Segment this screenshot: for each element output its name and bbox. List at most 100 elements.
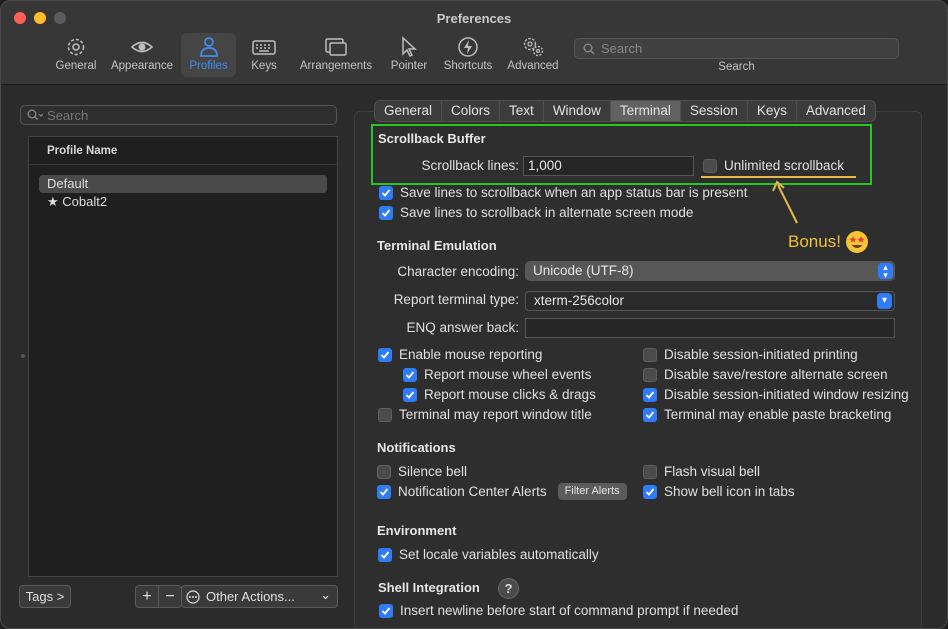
add-profile-button[interactable]: + bbox=[135, 585, 159, 608]
bolt-icon bbox=[458, 37, 478, 57]
character-encoding-select[interactable]: Unicode (UTF-8) ▴ ▾ bbox=[525, 261, 895, 281]
enable-mouse-reporting-checkbox[interactable]: Enable mouse reporting bbox=[378, 347, 542, 362]
checkbox-box bbox=[643, 367, 657, 382]
toolbar-search-input[interactable]: Search bbox=[574, 38, 899, 59]
disable-alternate-screen-label: Disable save/restore alternate screen bbox=[664, 367, 888, 382]
report-terminal-type-label: Report terminal type: bbox=[393, 292, 519, 307]
toolbar-profiles-label: Profiles bbox=[189, 60, 228, 72]
annotation-text: Bonus! bbox=[788, 232, 841, 251]
enq-answer-back-field[interactable] bbox=[525, 318, 895, 338]
toolbar-appearance[interactable]: Appearance bbox=[108, 33, 176, 77]
pointer-icon bbox=[402, 36, 417, 58]
checkmark-icon bbox=[379, 603, 393, 618]
chevron-down-icon: ⌄ bbox=[320, 587, 331, 602]
checkmark-icon bbox=[379, 205, 393, 220]
tab-text[interactable]: Text bbox=[500, 101, 544, 121]
star-icon: ★ bbox=[47, 194, 59, 209]
annotation-note: Bonus! bbox=[788, 230, 869, 254]
set-locale-checkbox[interactable]: Set locale variables automatically bbox=[378, 547, 599, 562]
tab-terminal[interactable]: Terminal bbox=[610, 101, 681, 121]
show-bell-icon-checkbox[interactable]: Show bell icon in tabs bbox=[643, 484, 795, 499]
toolbar-arrangements[interactable]: Arrangements bbox=[296, 33, 376, 77]
keyboard-icon bbox=[252, 40, 276, 55]
preferences-window: Preferences General Appearance Profiles … bbox=[0, 0, 948, 629]
gear-icon bbox=[67, 38, 85, 56]
annotation-underline bbox=[701, 176, 856, 178]
window-title: Preferences bbox=[436, 11, 512, 26]
profile-search-input[interactable]: Search bbox=[20, 105, 337, 125]
unlimited-scrollback-checkbox[interactable]: Unlimited scrollback bbox=[703, 158, 844, 173]
flash-visual-bell-checkbox[interactable]: Flash visual bell bbox=[643, 464, 760, 479]
person-icon bbox=[199, 37, 218, 57]
profile-row-default[interactable]: Default bbox=[39, 175, 327, 193]
toolbar-search-placeholder: Search bbox=[601, 41, 643, 56]
insert-newline-checkbox[interactable]: Insert newline before start of command p… bbox=[379, 603, 738, 618]
tags-button[interactable]: Tags > bbox=[19, 585, 71, 608]
search-icon bbox=[583, 43, 595, 55]
character-encoding-value: Unicode (UTF-8) bbox=[533, 263, 634, 278]
disable-printing-checkbox[interactable]: Disable session-initiated printing bbox=[643, 347, 858, 362]
silence-bell-checkbox[interactable]: Silence bell bbox=[377, 464, 467, 479]
report-mouse-wheel-checkbox[interactable]: Report mouse wheel events bbox=[403, 367, 591, 382]
profile-search-placeholder: Search bbox=[47, 107, 89, 123]
report-mouse-wheel-label: Report mouse wheel events bbox=[424, 367, 592, 382]
checkbox-box bbox=[378, 407, 392, 422]
toolbar-shortcuts[interactable]: Shortcuts bbox=[440, 33, 496, 77]
toolbar-general[interactable]: General bbox=[53, 33, 99, 77]
toolbar-arrangements-label: Arrangements bbox=[299, 60, 373, 72]
tab-advanced[interactable]: Advanced bbox=[797, 101, 875, 121]
toolbar-shortcuts-label: Shortcuts bbox=[443, 60, 493, 72]
insert-newline-label: Insert newline before start of command p… bbox=[400, 603, 739, 618]
set-locale-label: Set locale variables automatically bbox=[399, 547, 599, 562]
toolbar-pointer[interactable]: Pointer bbox=[387, 33, 431, 77]
toolbar-advanced-label: Advanced bbox=[507, 60, 559, 72]
disable-window-resizing-checkbox[interactable]: Disable session-initiated window resizin… bbox=[643, 387, 909, 402]
tab-session[interactable]: Session bbox=[681, 101, 748, 121]
report-window-title-label: Terminal may report window title bbox=[399, 407, 592, 422]
filter-alerts-button[interactable]: Filter Alerts bbox=[557, 483, 627, 500]
toolbar-general-label: General bbox=[55, 60, 97, 72]
profile-row-cobalt2[interactable]: ★ Cobalt2 bbox=[39, 193, 327, 211]
tab-window[interactable]: Window bbox=[544, 101, 611, 121]
report-window-title-checkbox[interactable]: Terminal may report window title bbox=[378, 407, 592, 422]
toolbar-advanced[interactable]: Advanced bbox=[504, 33, 562, 77]
save-lines-status-bar-checkbox[interactable]: Save lines to scrollback when an app sta… bbox=[379, 185, 747, 200]
eye-icon bbox=[130, 41, 154, 53]
paste-bracketing-checkbox[interactable]: Terminal may enable paste bracketing bbox=[643, 407, 891, 422]
save-lines-alternate-checkbox[interactable]: Save lines to scrollback in alternate sc… bbox=[379, 205, 693, 220]
disable-alternate-screen-checkbox[interactable]: Disable save/restore alternate screen bbox=[643, 367, 888, 382]
checkmark-icon bbox=[403, 387, 417, 402]
remove-profile-button[interactable]: − bbox=[158, 585, 182, 608]
toolbar-keys[interactable]: Keys bbox=[246, 33, 282, 77]
silence-bell-label: Silence bell bbox=[398, 464, 468, 479]
checkbox-box bbox=[643, 347, 657, 362]
tab-colors[interactable]: Colors bbox=[442, 101, 501, 121]
toolbar: Preferences General Appearance Profiles … bbox=[1, 1, 947, 85]
profile-name: Default bbox=[47, 176, 89, 191]
scrollback-lines-field[interactable]: 1,000 bbox=[523, 156, 694, 176]
toolbar-profiles[interactable]: Profiles bbox=[181, 33, 236, 77]
tab-keys[interactable]: Keys bbox=[748, 101, 797, 121]
other-actions-label: Other Actions... bbox=[206, 589, 295, 604]
report-mouse-clicks-label: Report mouse clicks & drags bbox=[424, 387, 596, 402]
checkmark-icon bbox=[643, 484, 657, 499]
chevron-down-icon: ▾ bbox=[877, 293, 892, 309]
search-icon bbox=[27, 109, 43, 121]
tab-general[interactable]: General bbox=[375, 101, 443, 121]
save-lines-status-bar-label: Save lines to scrollback when an app sta… bbox=[400, 185, 748, 200]
split-handle[interactable] bbox=[21, 354, 25, 358]
chevron-updown-icon: ▴ ▾ bbox=[878, 263, 893, 280]
enable-mouse-reporting-label: Enable mouse reporting bbox=[399, 347, 543, 362]
scrollback-heading: Scrollback Buffer bbox=[378, 131, 486, 146]
profile-tabs: General Colors Text Window Terminal Sess… bbox=[374, 100, 876, 122]
checkbox-box bbox=[377, 464, 391, 479]
help-button[interactable]: ? bbox=[498, 578, 519, 599]
notifications-heading: Notifications bbox=[377, 440, 456, 455]
checkmark-icon bbox=[643, 407, 657, 422]
other-actions-button[interactable]: Other Actions... ⌄ bbox=[181, 585, 338, 608]
report-terminal-type-combo[interactable]: xterm-256color ▾ bbox=[525, 291, 895, 311]
profile-list: Profile Name Default ★ Cobalt2 bbox=[28, 136, 338, 577]
notification-center-alerts-checkbox[interactable]: Notification Center Alerts Filter Alerts bbox=[377, 483, 627, 500]
profile-name-header[interactable]: Profile Name bbox=[29, 137, 337, 165]
report-mouse-clicks-checkbox[interactable]: Report mouse clicks & drags bbox=[403, 387, 596, 402]
